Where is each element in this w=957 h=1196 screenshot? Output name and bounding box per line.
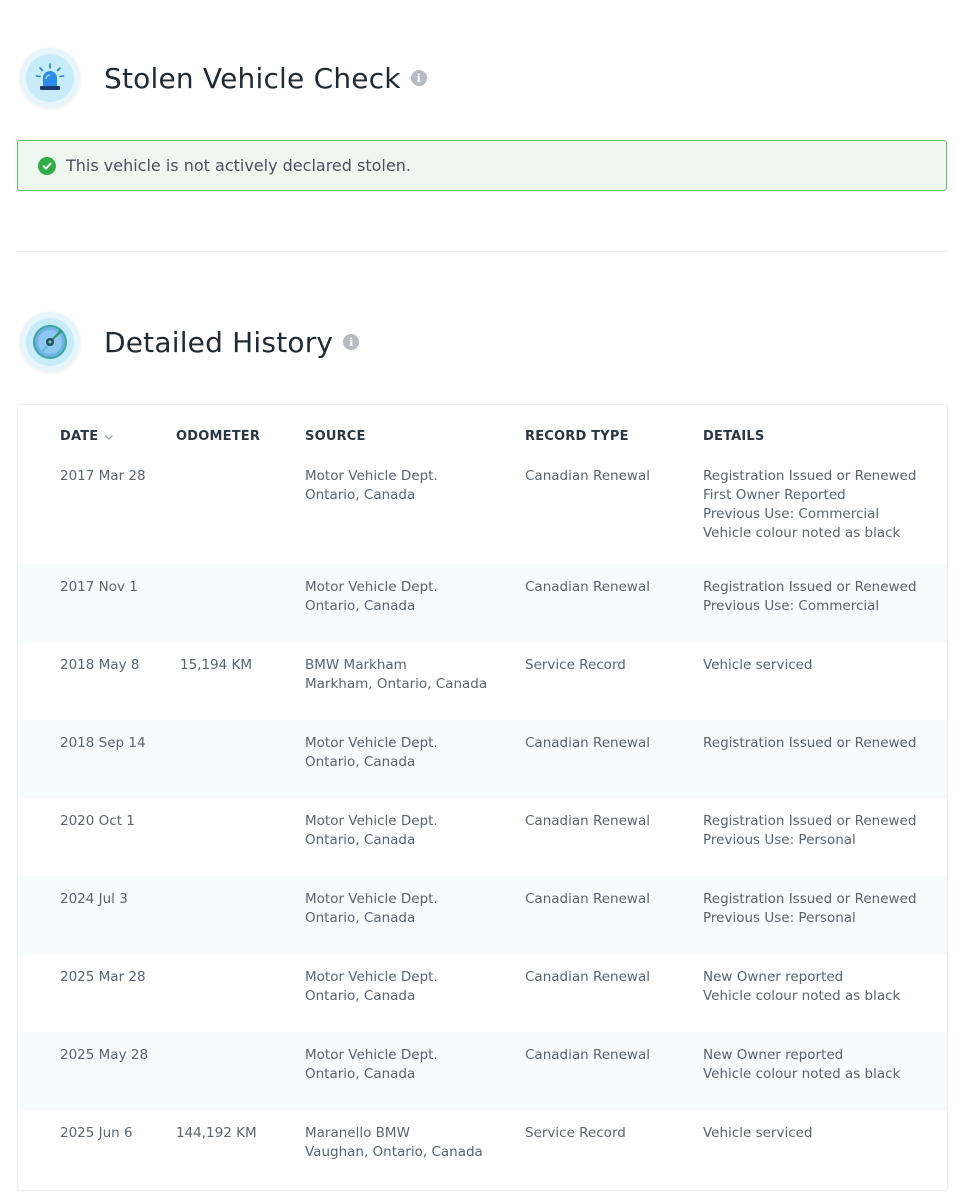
stolen-check-header: Stolen Vehicle Check i xyxy=(20,48,427,108)
row-source: Motor Vehicle Dept. Ontario, Canada xyxy=(305,735,438,770)
history-table: DATE ODOMETER SOURCE RECORD TYPE DETAILS… xyxy=(17,404,948,1191)
row-record-type: Canadian Renewal xyxy=(525,1047,650,1063)
table-row: 2018 Sep 14 Motor Vehicle Dept. Ontario,… xyxy=(18,720,947,798)
row-date: 2025 May 28 xyxy=(60,1047,149,1063)
row-source: Motor Vehicle Dept. Ontario, Canada xyxy=(305,969,438,1004)
row-record-type: Canadian Renewal xyxy=(525,468,650,484)
row-record-type: Canadian Renewal xyxy=(525,969,650,985)
row-date: 2024 Jul 3 xyxy=(60,891,128,907)
table-row: 2025 Mar 28 Motor Vehicle Dept. Ontario,… xyxy=(18,954,947,1032)
row-record-type: Service Record xyxy=(525,657,626,673)
row-details: Registration Issued or Renewed xyxy=(703,735,917,751)
info-icon[interactable]: i xyxy=(343,334,360,350)
row-date: 2025 Jun 6 xyxy=(60,1125,133,1141)
row-record-type: Canadian Renewal xyxy=(525,891,650,907)
row-source: Maranello BMW Vaughan, Ontario, Canada xyxy=(305,1125,483,1160)
date-column-header[interactable]: DATE xyxy=(60,429,114,444)
row-source: Motor Vehicle Dept. Ontario, Canada xyxy=(305,468,438,503)
row-date: 2018 Sep 14 xyxy=(60,735,146,751)
row-details: Registration Issued or Renewed Previous … xyxy=(703,891,917,926)
row-source: BMW Markham Markham, Ontario, Canada xyxy=(305,657,488,692)
row-details: New Owner reported Vehicle colour noted … xyxy=(703,969,901,1004)
row-date: 2020 Oct 1 xyxy=(60,813,135,829)
table-row: 2020 Oct 1 Motor Vehicle Dept. Ontario, … xyxy=(18,798,947,876)
row-odometer: 15,194 KM xyxy=(180,657,253,673)
siren-icon xyxy=(20,48,80,108)
row-record-type: Service Record xyxy=(525,1125,626,1141)
row-date: 2018 May 8 xyxy=(60,657,140,673)
row-date: 2017 Nov 1 xyxy=(60,579,138,595)
row-details: Registration Issued or Renewed Previous … xyxy=(703,579,917,614)
table-row: 2017 Nov 1 Motor Vehicle Dept. Ontario, … xyxy=(18,564,947,642)
row-details: Registration Issued or Renewed First Own… xyxy=(703,468,917,541)
row-details: New Owner reported Vehicle colour noted … xyxy=(703,1047,901,1082)
odometer-column-header: ODOMETER xyxy=(176,429,261,444)
gauge-icon xyxy=(20,312,80,372)
section-divider xyxy=(17,251,948,252)
table-row: 2025 Jun 6 144,192 KM Maranello BMW Vaug… xyxy=(18,1110,947,1190)
row-record-type: Canadian Renewal xyxy=(525,813,650,829)
info-icon[interactable]: i xyxy=(410,70,427,86)
chevron-down-icon[interactable] xyxy=(104,432,114,442)
source-column-header: SOURCE xyxy=(305,429,366,444)
row-record-type: Canadian Renewal xyxy=(525,735,650,751)
row-details: Vehicle serviced xyxy=(703,657,813,673)
stolen-check-title: Stolen Vehicle Check xyxy=(104,61,401,95)
row-source: Motor Vehicle Dept. Ontario, Canada xyxy=(305,1047,438,1082)
row-source: Motor Vehicle Dept. Ontario, Canada xyxy=(305,891,438,926)
table-row: 2017 Mar 28 Motor Vehicle Dept. Ontario,… xyxy=(18,453,947,564)
row-source: Motor Vehicle Dept. Ontario, Canada xyxy=(305,813,438,848)
row-date: 2017 Mar 28 xyxy=(60,468,146,484)
table-row: 2024 Jul 3 Motor Vehicle Dept. Ontario, … xyxy=(18,876,947,954)
table-header: DATE ODOMETER SOURCE RECORD TYPE DETAILS xyxy=(18,429,947,449)
history-header: Detailed History i xyxy=(20,312,360,372)
row-date: 2025 Mar 28 xyxy=(60,969,146,985)
table-row: 2018 May 8 15,194 KM BMW Markham Markham… xyxy=(18,642,947,720)
row-details: Registration Issued or Renewed Previous … xyxy=(703,813,917,848)
report-page: Stolen Vehicle Check i This vehicle is n… xyxy=(0,0,957,1196)
alert-message: This vehicle is not actively declared st… xyxy=(66,156,411,175)
table-row: 2025 May 28 Motor Vehicle Dept. Ontario,… xyxy=(18,1032,947,1110)
row-record-type: Canadian Renewal xyxy=(525,579,650,595)
record-type-column-header: RECORD TYPE xyxy=(525,429,629,444)
check-circle-icon xyxy=(38,156,56,175)
date-header-label: DATE xyxy=(60,429,99,444)
row-odometer: 144,192 KM xyxy=(176,1125,257,1141)
row-details: Vehicle serviced xyxy=(703,1125,813,1141)
not-stolen-alert: This vehicle is not actively declared st… xyxy=(17,140,947,191)
row-source: Motor Vehicle Dept. Ontario, Canada xyxy=(305,579,438,614)
history-title: Detailed History xyxy=(104,325,334,359)
details-column-header: DETAILS xyxy=(703,429,765,444)
